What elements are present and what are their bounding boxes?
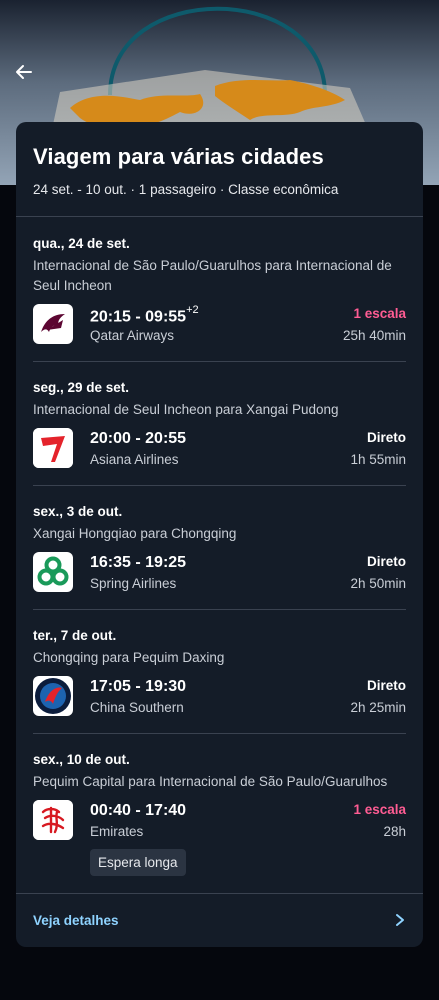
segment-route: Xangai Hongqiao para Chongqing [33, 526, 237, 541]
airline-name: Asiana Airlines [90, 452, 179, 467]
flight-duration: 2h 25min [350, 700, 406, 715]
segment-route: Internacional de São Paulo/Guarulhos par… [33, 258, 392, 293]
segment-divider [33, 361, 406, 362]
trip-card: Viagem para várias cidades 24 set. - 10 … [16, 122, 423, 947]
airline-name: Spring Airlines [90, 576, 177, 591]
flight-duration: 25h 40min [342, 328, 406, 343]
arrow-left-icon [16, 65, 32, 79]
see-details-label: Veja detalhes [33, 912, 119, 928]
segment-date: sex., 10 de out. [33, 752, 130, 767]
flight-times: 16:35 - 19:25 [90, 554, 187, 571]
spring-airlines-logo [33, 552, 73, 592]
segment-date: qua., 24 de set. [33, 236, 130, 251]
header-divider [16, 216, 423, 217]
airline-name: China Southern [90, 700, 184, 715]
segment-divider [33, 733, 406, 734]
emirates-logo [33, 800, 73, 840]
segment-route: Chongqing para Pequim Daxing [33, 650, 225, 665]
stops-label: Direto [366, 430, 406, 445]
china-southern-logo [33, 676, 73, 716]
flight-segment[interactable]: sex., 3 de out. Xangai Hongqiao para Cho… [16, 504, 423, 608]
see-details-link[interactable]: Veja detalhes [16, 893, 423, 947]
flight-times: 00:40 - 17:40 [90, 802, 187, 819]
flight-duration: 1h 55min [350, 452, 406, 467]
segment-date: sex., 3 de out. [33, 504, 123, 519]
flight-duration: 2h 50min [350, 576, 406, 591]
stops-label: 1 escala [353, 802, 406, 817]
segment-divider [33, 609, 406, 610]
flight-segment[interactable]: seg., 29 de set. Internacional de Seul I… [16, 380, 423, 484]
stops-label: 1 escala [353, 306, 406, 321]
segment-route: Pequim Capital para Internacional de São… [33, 774, 388, 789]
segment-divider [33, 485, 406, 486]
segment-date: seg., 29 de set. [33, 380, 130, 395]
flight-segment[interactable]: ter., 7 de out. Chongqing para Pequim Da… [16, 628, 423, 732]
chevron-right-icon [396, 914, 404, 926]
airline-name: Emirates [90, 824, 144, 839]
back-button[interactable] [14, 62, 44, 92]
flight-times: 20:15 - 09:55+2 [90, 304, 199, 326]
trip-summary: 24 set. - 10 out. · 1 passageiro · Class… [33, 182, 339, 197]
day-offset: +2 [186, 304, 199, 316]
qatar-airways-logo [33, 304, 73, 344]
airline-name: Qatar Airways [90, 328, 175, 343]
stops-label: Direto [366, 554, 406, 569]
flight-segment[interactable]: sex., 10 de out. Pequim Capital para Int… [16, 752, 423, 892]
flight-duration: 28h [383, 824, 406, 839]
stops-label: Direto [366, 678, 406, 693]
flight-segment[interactable]: qua., 24 de set. Internacional de São Pa… [16, 236, 423, 360]
asiana-airlines-logo [33, 428, 73, 468]
segment-route: Internacional de Seul Incheon para Xanga… [33, 402, 339, 417]
flight-times: 17:05 - 19:30 [90, 678, 187, 695]
segment-date: ter., 7 de out. [33, 628, 117, 643]
flight-times: 20:00 - 20:55 [90, 430, 187, 447]
trip-title: Viagem para várias cidades [33, 144, 324, 169]
long-layover-badge: Espera longa [90, 849, 186, 876]
